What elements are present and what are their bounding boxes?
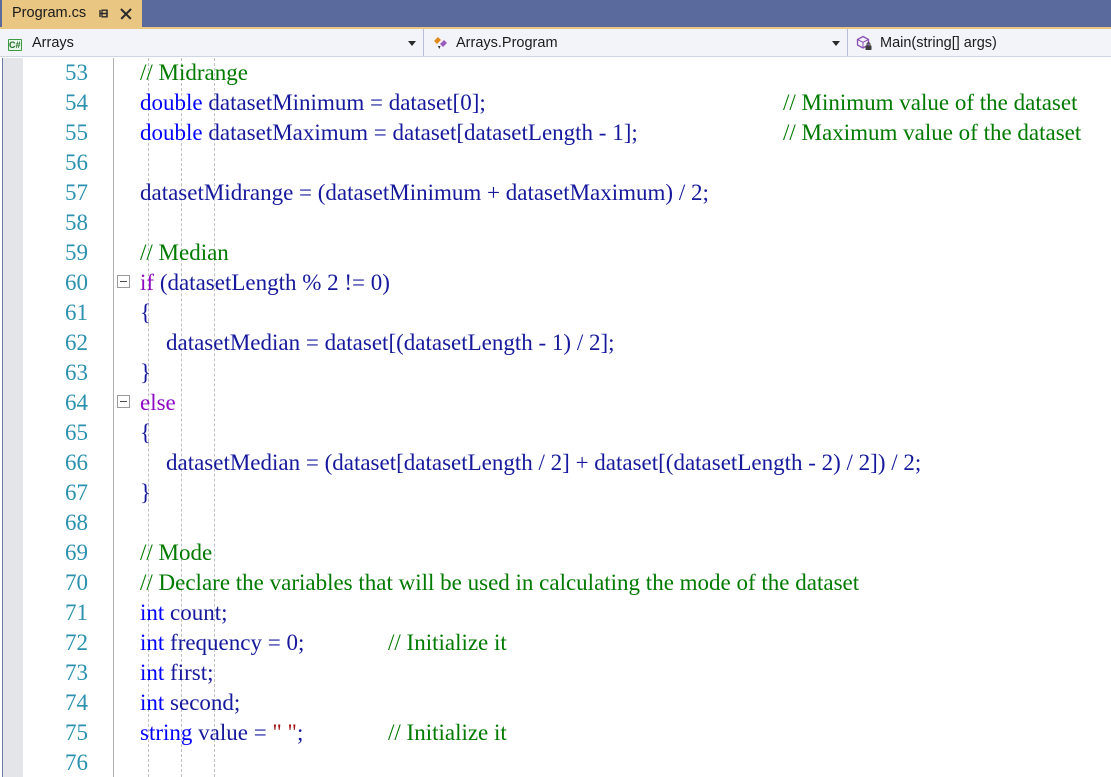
code-text: int frequency = 0; — [140, 630, 305, 655]
code-line-72[interactable]: 72 int frequency = 0; // Initialize it — [0, 628, 1111, 658]
line-number: 59 — [65, 240, 88, 265]
line-number: 63 — [65, 360, 88, 385]
line-number: 55 — [65, 120, 88, 145]
code-text: // Declare the variables that will be us… — [140, 570, 860, 595]
code-line-63[interactable]: 63} — [0, 358, 1111, 388]
code-editor-surface[interactable]: 53 // Midrange 54 double datasetMinimum = d… — [0, 58, 1111, 777]
line-number: 73 — [65, 660, 88, 685]
line-number: 60 — [65, 270, 88, 295]
navbar-class-dropdown[interactable]: Arrays.Program — [424, 29, 848, 56]
line-number: 67 — [65, 480, 88, 505]
chevron-down-icon[interactable] — [832, 40, 840, 46]
code-text: int first; — [140, 660, 214, 685]
code-line-58[interactable]: 58 — [0, 208, 1111, 238]
code-line-60[interactable]: 60 if (datasetLength % 2 != 0) — [0, 268, 1111, 298]
code-line-67[interactable]: 67} — [0, 478, 1111, 508]
code-text: if (datasetLength % 2 != 0) — [140, 270, 390, 295]
method-private-icon — [856, 35, 874, 51]
code-line-69[interactable]: 69 // Mode — [0, 538, 1111, 568]
tab-program-cs[interactable]: Program.cs — [2, 0, 143, 27]
code-text: { — [140, 300, 152, 325]
navbar-member-dropdown[interactable]: Main(string[] args) — [848, 29, 1110, 56]
code-line-71[interactable]: 71 int count; — [0, 598, 1111, 628]
line-number: 54 — [65, 90, 88, 115]
navbar-project-dropdown[interactable]: C# Arrays — [0, 29, 424, 56]
code-line-68[interactable]: 68 — [0, 508, 1111, 538]
trailing-comment: // Maximum value of the dataset — [783, 120, 1082, 145]
csharp-file-icon: C# — [8, 38, 22, 51]
line-number: 75 — [65, 720, 88, 745]
code-line-59[interactable]: 59 // Median — [0, 238, 1111, 268]
line-number: 71 — [65, 600, 88, 625]
line-number: 62 — [65, 330, 88, 355]
code-line-54[interactable]: 54 double datasetMinimum = dataset[0]; // … — [0, 88, 1111, 118]
line-number: 61 — [65, 300, 88, 325]
document-tab-strip: Program.cs — [0, 0, 1111, 27]
tab-label: Program.cs — [12, 5, 87, 21]
code-text: // Median — [140, 240, 229, 265]
code-line-62[interactable]: 62 datasetMedian = dataset[(datasetLength… — [0, 328, 1111, 358]
code-text: // Midrange — [140, 60, 248, 85]
code-text: double datasetMaximum = dataset[datasetL… — [140, 120, 638, 145]
class-icon — [432, 35, 450, 51]
code-text: } — [140, 360, 152, 385]
collapse-region-button[interactable] — [117, 395, 130, 408]
code-text: double datasetMinimum = dataset[0]; — [140, 90, 486, 115]
code-text: datasetMedian = dataset[(datasetLength -… — [166, 330, 615, 355]
code-text: } — [140, 480, 152, 505]
collapse-region-button[interactable] — [117, 275, 130, 288]
code-line-61[interactable]: 61 { — [0, 298, 1111, 328]
line-number: 69 — [65, 540, 88, 565]
line-number: 64 — [65, 390, 88, 415]
code-line-64[interactable]: 64 else — [0, 388, 1111, 418]
code-line-75[interactable]: 75 string value = " "; // Initialize it — [0, 718, 1111, 748]
line-number: 74 — [65, 690, 88, 715]
line-number: 65 — [65, 420, 88, 445]
line-number: 58 — [65, 210, 88, 235]
line-number: 57 — [65, 180, 88, 205]
line-number: 72 — [65, 630, 88, 655]
code-line-73[interactable]: 73 int first; — [0, 658, 1111, 688]
code-line-53[interactable]: 53 // Midrange — [0, 58, 1111, 88]
code-lines[interactable]: 53 // Midrange 54 double datasetMinimum = d… — [0, 58, 1111, 777]
line-number: 56 — [65, 150, 88, 175]
trailing-comment: // Initialize it — [388, 720, 507, 745]
code-line-56[interactable]: 56 — [0, 148, 1111, 178]
code-text: else — [140, 390, 176, 415]
pin-icon[interactable] — [97, 7, 111, 21]
chevron-down-icon[interactable] — [408, 40, 416, 46]
trailing-comment: // Initialize it — [388, 630, 507, 655]
navbar-project-label: Arrays — [32, 34, 74, 51]
code-line-57[interactable]: 57 datasetMidrange = (datasetMinimum + da… — [0, 178, 1111, 208]
navbar-member-label: Main(string[] args) — [880, 34, 997, 51]
code-text: { — [140, 420, 152, 445]
code-text: string value = " "; — [140, 720, 304, 745]
code-text: datasetMidrange = (datasetMinimum + data… — [140, 180, 709, 205]
trailing-comment: // Minimum value of the dataset — [783, 90, 1078, 115]
code-line-74[interactable]: 74 int second; — [0, 688, 1111, 718]
line-number: 70 — [65, 570, 88, 595]
editor-navigation-bar: C# Arrays Arrays.Program Main(string[] a… — [0, 29, 1111, 57]
code-line-76[interactable]: 76 — [0, 748, 1111, 777]
line-number: 68 — [65, 510, 88, 535]
code-line-65[interactable]: 65 { — [0, 418, 1111, 448]
code-line-66[interactable]: 66 datasetMedian = (dataset[datasetLength… — [0, 448, 1111, 478]
code-text: int second; — [140, 690, 241, 715]
close-icon[interactable] — [119, 7, 133, 21]
line-number: 53 — [65, 60, 88, 85]
code-text: int count; — [140, 600, 228, 625]
line-number: 76 — [65, 750, 88, 775]
navbar-class-label: Arrays.Program — [456, 34, 558, 51]
code-text: datasetMedian = (dataset[datasetLength /… — [166, 450, 922, 475]
code-line-55[interactable]: 55 double datasetMaximum = dataset[datase… — [0, 118, 1111, 148]
line-number: 66 — [65, 450, 88, 475]
code-text: // Mode — [140, 540, 213, 565]
code-line-70[interactable]: 70 // Declare the variables that will be … — [0, 568, 1111, 598]
